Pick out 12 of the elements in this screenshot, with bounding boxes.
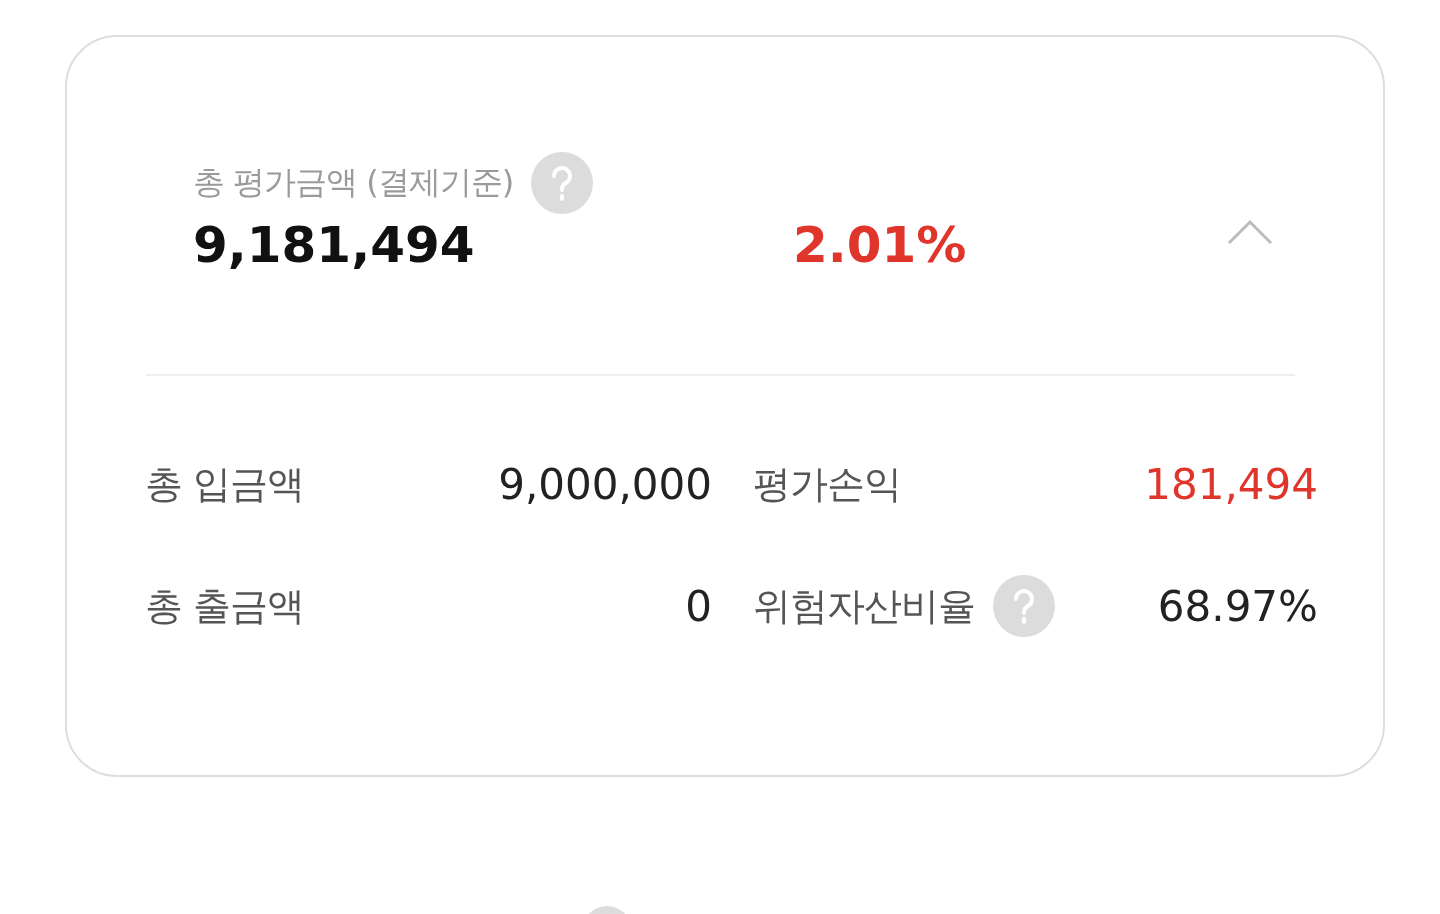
total-value-label: 총 평가금액 (결제기준) bbox=[193, 162, 514, 203]
stat-label: 총 입금액 bbox=[145, 460, 305, 508]
chevron-icon[interactable] bbox=[1227, 217, 1273, 245]
stat-value: 9,000,000 bbox=[498, 459, 712, 509]
stat-label: 위험자산비율 bbox=[753, 582, 975, 630]
return-rate: 2.01% bbox=[793, 216, 967, 274]
stat-value: 68.97% bbox=[1157, 581, 1318, 631]
stat-label: 총 출금액 bbox=[145, 582, 305, 630]
stat-label: 평가손익 bbox=[753, 460, 901, 508]
total-value: 9,181,494 bbox=[193, 216, 476, 274]
stat-value: 0 bbox=[685, 581, 712, 631]
stat-value: 181,494 bbox=[1144, 459, 1318, 509]
